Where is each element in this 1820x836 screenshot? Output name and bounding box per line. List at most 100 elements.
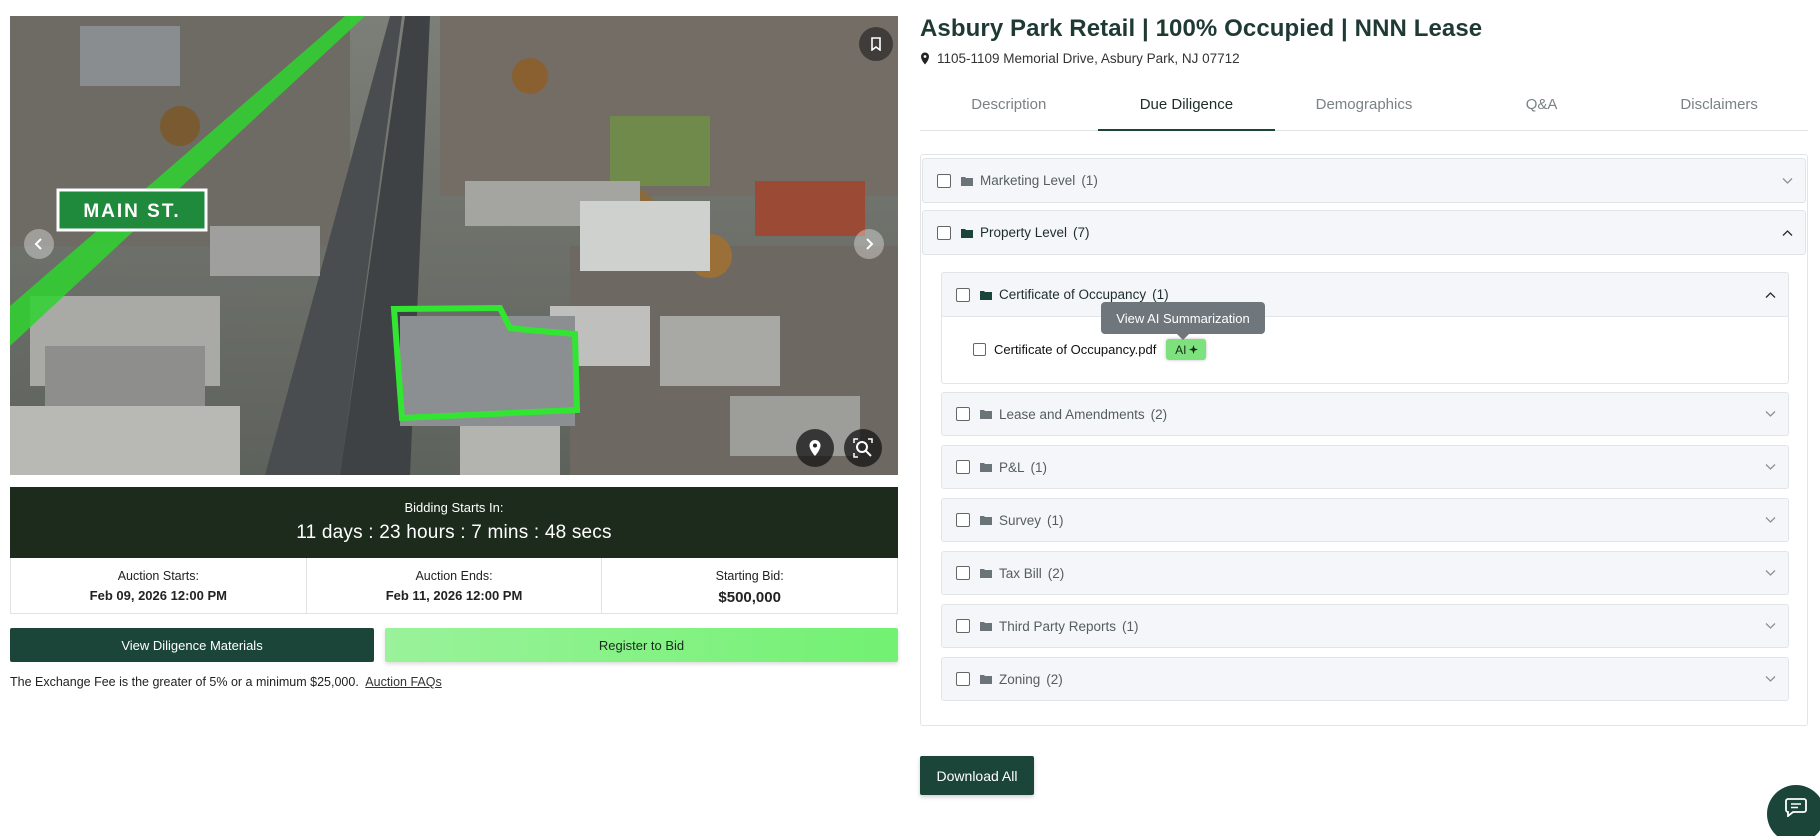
- folder-checkbox[interactable]: [956, 287, 970, 302]
- folder-count: (2): [1047, 565, 1065, 581]
- folder-label: Survey: [999, 512, 1042, 528]
- folder-open-icon: [980, 290, 992, 300]
- exchange-fee-note: The Exchange Fee is the greater of 5% or…: [10, 675, 442, 689]
- bidding-countdown: Bidding Starts In: 11 days : 23 hours : …: [10, 487, 898, 558]
- chevron-down-icon: [1765, 464, 1776, 470]
- folder-label: Marketing Level: [980, 173, 1076, 188]
- starting-bid-label: Starting Bid:: [715, 569, 784, 583]
- auction-info-bar: Auction Starts: Feb 09, 2026 12:00 PM Au…: [10, 558, 898, 614]
- starting-bid-value: $500,000: [718, 589, 781, 606]
- listing-title: Asbury Park Retail | 100% Occupied | NNN…: [920, 15, 1483, 42]
- view-diligence-button[interactable]: View Diligence Materials: [10, 628, 374, 662]
- folder-checkbox[interactable]: [956, 513, 970, 527]
- folder-label: P&L: [999, 459, 1025, 475]
- folder-lease-and-amendments[interactable]: Lease and Amendments (2): [941, 392, 1789, 436]
- folder-icon: [980, 621, 992, 631]
- folder-property-level[interactable]: Property Level (7): [922, 210, 1806, 255]
- listing-tabs: Description Due Diligence Demographics Q…: [920, 86, 1808, 131]
- file-row: Certificate of Occupancy.pdf AI: [973, 339, 1207, 360]
- tab-qa[interactable]: Q&A: [1453, 86, 1631, 130]
- folder-label: Lease and Amendments: [999, 406, 1145, 422]
- auction-ends-label: Auction Ends:: [415, 569, 493, 583]
- file-checkbox[interactable]: [973, 343, 986, 356]
- countdown-value: 11 days : 23 hours : 7 mins : 48 secs: [296, 522, 612, 543]
- folder-label: Tax Bill: [999, 565, 1042, 581]
- folder-survey[interactable]: Survey (1): [941, 498, 1789, 542]
- next-photo-button[interactable]: [854, 229, 884, 259]
- folder-checkbox[interactable]: [956, 672, 970, 686]
- register-to-bid-button[interactable]: Register to Bid: [385, 628, 898, 662]
- bookmark-button[interactable]: [859, 27, 893, 61]
- ai-summarization-button[interactable]: AI: [1166, 339, 1207, 360]
- folder-zoning[interactable]: Zoning (2): [941, 657, 1789, 701]
- folder-open-icon: [961, 228, 973, 238]
- folder-icon: [961, 176, 973, 186]
- folder-label: Certificate of Occupancy: [999, 287, 1147, 302]
- auction-faq-link[interactable]: Auction FAQs: [365, 675, 441, 689]
- folder-third-party-reports[interactable]: Third Party Reports (1): [941, 604, 1789, 648]
- chat-icon: [1785, 798, 1807, 817]
- bookmark-icon: [871, 37, 881, 51]
- tab-due-diligence[interactable]: Due Diligence: [1097, 86, 1276, 131]
- folder-count: (1): [1047, 512, 1064, 528]
- folder-count: (2): [1150, 406, 1168, 422]
- map-pin-icon: [809, 440, 821, 456]
- zoom-photo-button[interactable]: [844, 429, 882, 467]
- street-sign-text: MAIN ST.: [83, 201, 180, 222]
- folder-count: (2): [1046, 671, 1063, 687]
- folder-tax-bill[interactable]: Tax Bill (2): [941, 551, 1789, 595]
- due-diligence-panel: Marketing Level (1) Property Level (7) C…: [920, 154, 1808, 726]
- folder-checkbox[interactable]: [956, 460, 970, 474]
- tab-description[interactable]: Description: [920, 86, 1098, 130]
- sparkle-icon: [1188, 345, 1198, 354]
- zoom-search-icon: [853, 438, 873, 458]
- folder-icon: [980, 409, 992, 419]
- folder-checkbox[interactable]: [956, 619, 970, 633]
- tab-demographics[interactable]: Demographics: [1275, 86, 1453, 130]
- chevron-up-icon: [1782, 229, 1793, 236]
- property-photo: MAIN ST.: [10, 16, 898, 475]
- folder-icon: [980, 674, 992, 684]
- folder-count: (7): [1073, 225, 1090, 240]
- folder-checkbox[interactable]: [937, 225, 951, 240]
- folder-checkbox[interactable]: [937, 173, 951, 188]
- auction-starts-label: Auction Starts:: [117, 569, 199, 583]
- auction-ends-value: Feb 11, 2026 12:00 PM: [385, 588, 523, 603]
- starting-bid: Starting Bid: $500,000: [602, 558, 897, 613]
- folder-icon: [980, 568, 992, 578]
- previous-photo-button[interactable]: [24, 229, 54, 259]
- listing-address: 1105-1109 Memorial Drive, Asbury Park, N…: [920, 51, 1240, 66]
- chevron-down-icon: [1765, 517, 1776, 523]
- fee-note-text: The Exchange Fee is the greater of 5% or…: [10, 675, 359, 689]
- chevron-down-icon: [1782, 177, 1793, 184]
- auction-starts: Auction Starts: Feb 09, 2026 12:00 PM: [11, 558, 307, 613]
- map-location-button[interactable]: [796, 429, 834, 467]
- download-all-button[interactable]: Download All: [920, 756, 1034, 795]
- chevron-down-icon: [1765, 623, 1776, 629]
- chevron-up-icon: [1765, 291, 1776, 298]
- location-pin-icon: [921, 52, 929, 65]
- folder-label: Property Level: [980, 225, 1068, 240]
- ai-summarization-tooltip: View AI Summarization: [1101, 302, 1265, 340]
- chevron-down-icon: [1765, 411, 1776, 417]
- chevron-right-icon: [866, 238, 874, 250]
- folder-checkbox[interactable]: [956, 566, 970, 580]
- folder-marketing-level[interactable]: Marketing Level (1): [922, 158, 1806, 203]
- folder-count: (1): [1122, 618, 1139, 634]
- folder-checkbox[interactable]: [956, 407, 970, 421]
- ai-badge-label: AI: [1175, 342, 1187, 357]
- folder-count: (1): [1081, 173, 1098, 188]
- folder-icon: [980, 462, 992, 472]
- file-name[interactable]: Certificate of Occupancy.pdf: [994, 342, 1156, 357]
- auction-starts-value: Feb 09, 2026 12:00 PM: [89, 588, 227, 603]
- chevron-down-icon: [1765, 676, 1776, 682]
- chevron-down-icon: [1765, 570, 1776, 576]
- chat-button[interactable]: [1767, 785, 1820, 836]
- folder-label: Zoning: [999, 671, 1041, 687]
- folder-count: (1): [1030, 459, 1048, 475]
- folder-pnl[interactable]: P&L (1): [941, 445, 1789, 489]
- folder-count: (1): [1152, 287, 1169, 302]
- folder-certificate-of-occupancy[interactable]: Certificate of Occupancy (1): [941, 272, 1789, 317]
- tab-disclaimers[interactable]: Disclaimers: [1630, 86, 1808, 130]
- aerial-photo: MAIN ST.: [10, 16, 898, 475]
